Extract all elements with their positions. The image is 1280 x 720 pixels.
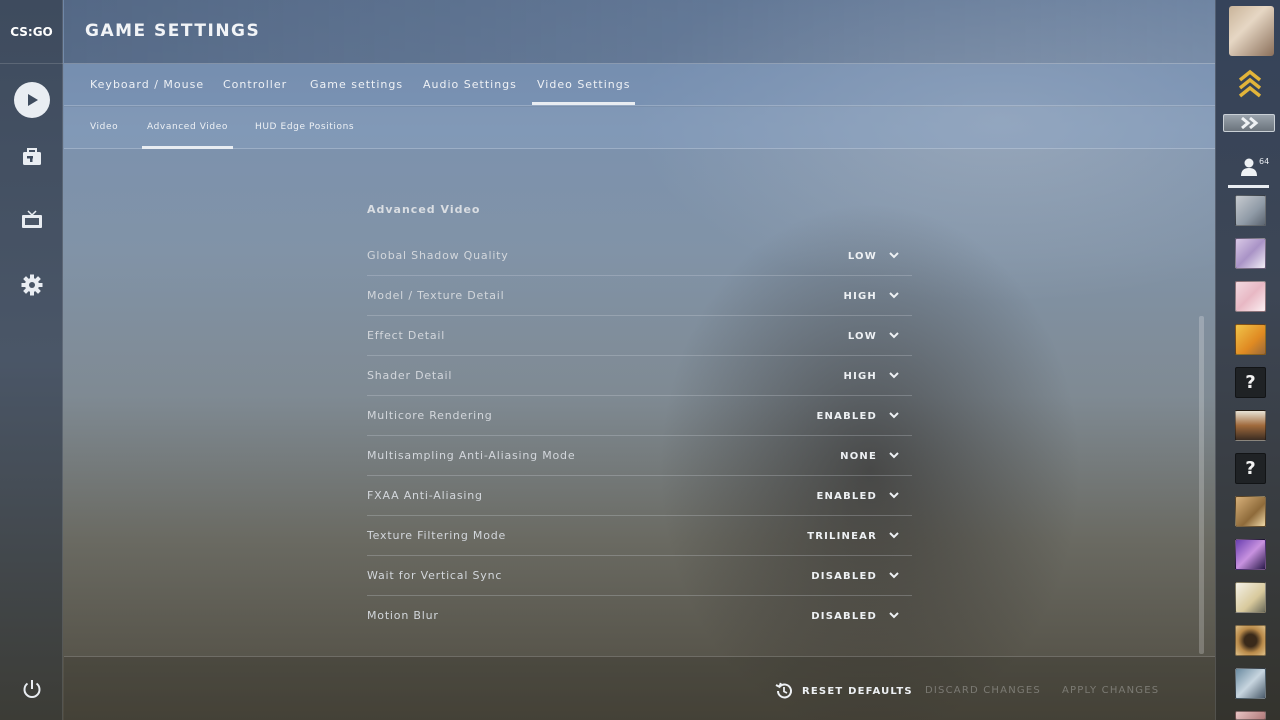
left-nav: CS:GO xyxy=(0,0,63,720)
friend-avatar[interactable] xyxy=(1235,496,1266,527)
chevron-down-icon xyxy=(889,412,899,419)
chevron-down-icon xyxy=(889,452,899,459)
friend-avatar[interactable] xyxy=(1235,195,1266,226)
inventory-button[interactable] xyxy=(13,138,50,175)
right-sidebar: 64 ? ? xyxy=(1215,0,1280,720)
friend-avatar[interactable] xyxy=(1235,238,1266,269)
friend-avatar[interactable] xyxy=(1235,668,1266,699)
scrollbar[interactable] xyxy=(1199,316,1204,654)
chevron-down-icon xyxy=(889,492,899,499)
setting-value: ENABLED xyxy=(816,491,877,502)
rank-chevrons-icon xyxy=(1238,69,1262,98)
friend-avatar[interactable] xyxy=(1235,582,1266,613)
setting-value: LOW xyxy=(847,331,877,342)
csgo-logo[interactable]: CS:GO xyxy=(0,0,63,64)
setting-row-texture-filtering[interactable]: Texture Filtering Mode TRILINEAR xyxy=(367,516,912,556)
chevron-down-icon xyxy=(889,532,899,539)
setting-row-effect-detail[interactable]: Effect Detail LOW xyxy=(367,316,912,356)
setting-row-model-texture-detail[interactable]: Model / Texture Detail HIGH xyxy=(367,276,912,316)
watch-button[interactable] xyxy=(13,201,50,238)
tab-controller[interactable]: Controller xyxy=(223,78,287,91)
friend-avatar[interactable] xyxy=(1235,625,1266,656)
setting-label: Effect Detail xyxy=(367,329,446,342)
friend-avatar[interactable] xyxy=(1235,410,1266,441)
player-avatar[interactable] xyxy=(1229,6,1274,56)
play-button[interactable] xyxy=(13,81,50,118)
tab-audio-settings[interactable]: Audio Settings xyxy=(423,78,517,91)
discard-changes-button[interactable]: DISCARD CHANGES xyxy=(925,685,1041,696)
setting-label: Motion Blur xyxy=(367,609,439,622)
setting-value: DISABLED xyxy=(811,611,877,622)
footer-bar: RESET DEFAULTS DISCARD CHANGES APPLY CHA… xyxy=(64,656,1215,720)
setting-row-vertical-sync[interactable]: Wait for Vertical Sync DISABLED xyxy=(367,556,912,596)
setting-label: FXAA Anti-Aliasing xyxy=(367,489,483,502)
play-icon xyxy=(13,81,50,118)
subtab-advanced-video[interactable]: Advanced Video xyxy=(142,122,233,149)
friend-avatar-unknown[interactable]: ? xyxy=(1235,367,1266,398)
chevron-down-icon xyxy=(889,252,899,259)
setting-row-multicore-rendering[interactable]: Multicore Rendering ENABLED xyxy=(367,396,912,436)
settings-tabs: Keyboard / Mouse Controller Game setting… xyxy=(64,64,1215,106)
skill-group-badge[interactable] xyxy=(1223,114,1275,132)
friends-tab[interactable] xyxy=(1216,150,1280,188)
header: GAME SETTINGS xyxy=(64,0,1215,64)
setting-value: NONE xyxy=(840,451,877,462)
tab-video-settings[interactable]: Video Settings xyxy=(531,78,636,105)
gear-icon xyxy=(21,274,42,295)
setting-label: Global Shadow Quality xyxy=(367,249,509,262)
setting-value: LOW xyxy=(847,251,877,262)
friend-count: 64 xyxy=(1259,157,1270,166)
setting-row-global-shadow-quality[interactable]: Global Shadow Quality LOW xyxy=(367,236,912,276)
setting-value: ENABLED xyxy=(816,411,877,422)
chevron-down-icon xyxy=(889,332,899,339)
setting-row-msaa-mode[interactable]: Multisampling Anti-Aliasing Mode NONE xyxy=(367,436,912,476)
friend-avatar[interactable] xyxy=(1235,281,1266,312)
setting-label: Texture Filtering Mode xyxy=(367,529,507,542)
setting-row-motion-blur[interactable]: Motion Blur DISABLED xyxy=(367,596,912,636)
power-button[interactable] xyxy=(13,670,50,707)
setting-value: HIGH xyxy=(843,291,877,302)
friend-avatar[interactable] xyxy=(1235,711,1266,720)
reset-defaults-label: RESET DEFAULTS xyxy=(802,685,913,697)
subtab-video[interactable]: Video xyxy=(90,122,118,132)
chevron-down-icon xyxy=(889,292,899,299)
friends-tab-underline xyxy=(1228,185,1269,188)
setting-value: DISABLED xyxy=(811,571,877,582)
reset-history-icon xyxy=(775,682,792,699)
setting-value: TRILINEAR xyxy=(807,531,877,542)
friend-avatar[interactable] xyxy=(1235,539,1266,570)
setting-label: Wait for Vertical Sync xyxy=(367,569,503,582)
setting-row-fxaa[interactable]: FXAA Anti-Aliasing ENABLED xyxy=(367,476,912,516)
video-subtabs: Video Advanced Video HUD Edge Positions xyxy=(64,107,1215,149)
setting-label: Shader Detail xyxy=(367,369,453,382)
setting-label: Multisampling Anti-Aliasing Mode xyxy=(367,449,576,462)
reset-defaults-button[interactable]: RESET DEFAULTS xyxy=(774,681,913,701)
tab-keyboard-mouse[interactable]: Keyboard / Mouse xyxy=(90,78,204,91)
settings-list: Global Shadow Quality LOW Model / Textur… xyxy=(367,236,912,636)
section-title: Advanced Video xyxy=(367,203,481,216)
friend-avatar[interactable] xyxy=(1235,324,1266,355)
power-icon xyxy=(23,679,40,698)
chevron-down-icon xyxy=(889,612,899,619)
double-chevron-right-icon xyxy=(1241,117,1259,129)
tab-game-settings[interactable]: Game settings xyxy=(310,78,403,91)
setting-label: Model / Texture Detail xyxy=(367,289,505,302)
settings-button[interactable] xyxy=(13,266,50,303)
inventory-icon xyxy=(22,147,41,165)
setting-value: HIGH xyxy=(843,371,877,382)
setting-row-shader-detail[interactable]: Shader Detail HIGH xyxy=(367,356,912,396)
person-icon xyxy=(1241,158,1257,176)
page-title: GAME SETTINGS xyxy=(85,21,261,41)
watch-tv-icon xyxy=(21,209,42,228)
subtab-hud-edge-positions[interactable]: HUD Edge Positions xyxy=(255,122,354,132)
setting-label: Multicore Rendering xyxy=(367,409,493,422)
friend-avatar-unknown[interactable]: ? xyxy=(1235,453,1266,484)
apply-changes-button[interactable]: APPLY CHANGES xyxy=(1062,685,1159,696)
chevron-down-icon xyxy=(889,372,899,379)
chevron-down-icon xyxy=(889,572,899,579)
